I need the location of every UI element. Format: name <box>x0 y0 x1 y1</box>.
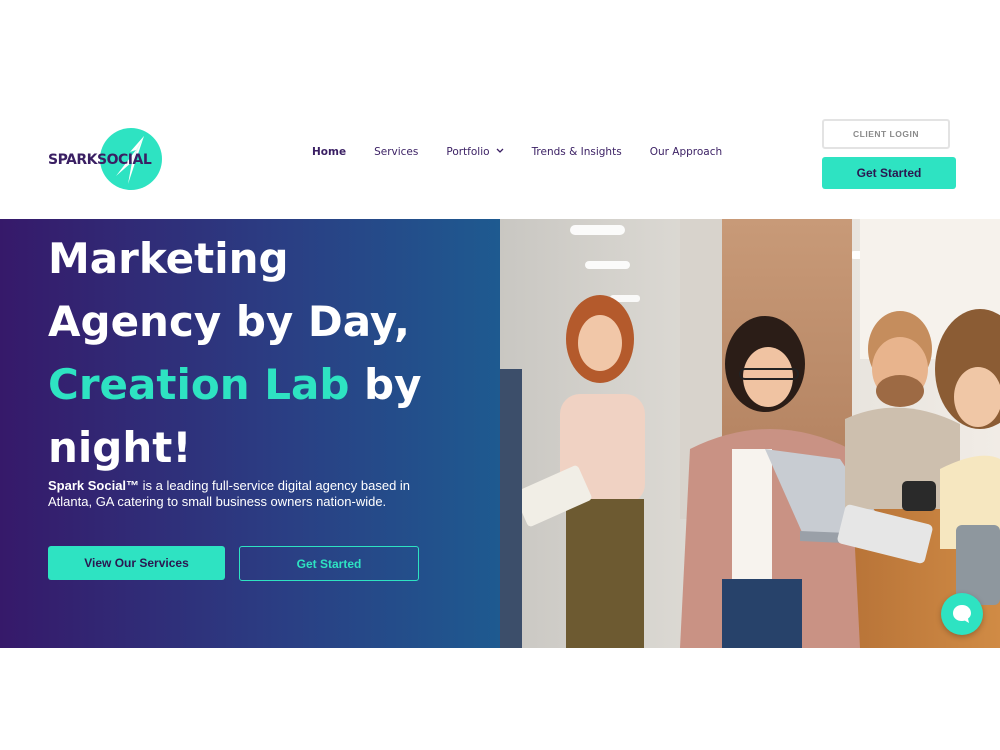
chevron-down-icon <box>496 147 504 157</box>
brand-logo[interactable]: SPARKSOCIAL <box>48 128 163 192</box>
hero-title: Marketing Agency by Day, Creation Lab by… <box>48 234 422 472</box>
logo-wordmark: SPARKSOCIAL <box>48 152 152 168</box>
nav-item-trends-insights[interactable]: Trends & Insights <box>532 146 622 158</box>
chat-bubble-icon <box>953 605 971 623</box>
chat-button[interactable] <box>941 593 983 635</box>
hero-panel: Marketing Agency by Day, Creation Lab by… <box>0 219 500 648</box>
hero-title-accent: Creation Lab <box>48 360 350 409</box>
nav-item-home[interactable]: Home <box>312 146 346 158</box>
hero-section: Marketing Agency by Day, Creation Lab by… <box>0 219 1000 648</box>
nav-item-our-approach[interactable]: Our Approach <box>650 146 722 158</box>
main-navigation: Home Services Portfolio Trends & Insight… <box>312 146 750 158</box>
view-services-button[interactable]: View Our Services <box>48 546 225 580</box>
header-get-started-button[interactable]: Get Started <box>822 157 956 189</box>
nav-item-services[interactable]: Services <box>374 146 418 158</box>
team-office-photo <box>500 219 1000 648</box>
nav-item-portfolio[interactable]: Portfolio <box>446 146 504 158</box>
client-login-button[interactable]: CLIENT LOGIN <box>822 119 950 149</box>
hero-description: Spark Social™ is a leading full-service … <box>48 478 411 509</box>
hero-get-started-button[interactable]: Get Started <box>239 546 419 581</box>
